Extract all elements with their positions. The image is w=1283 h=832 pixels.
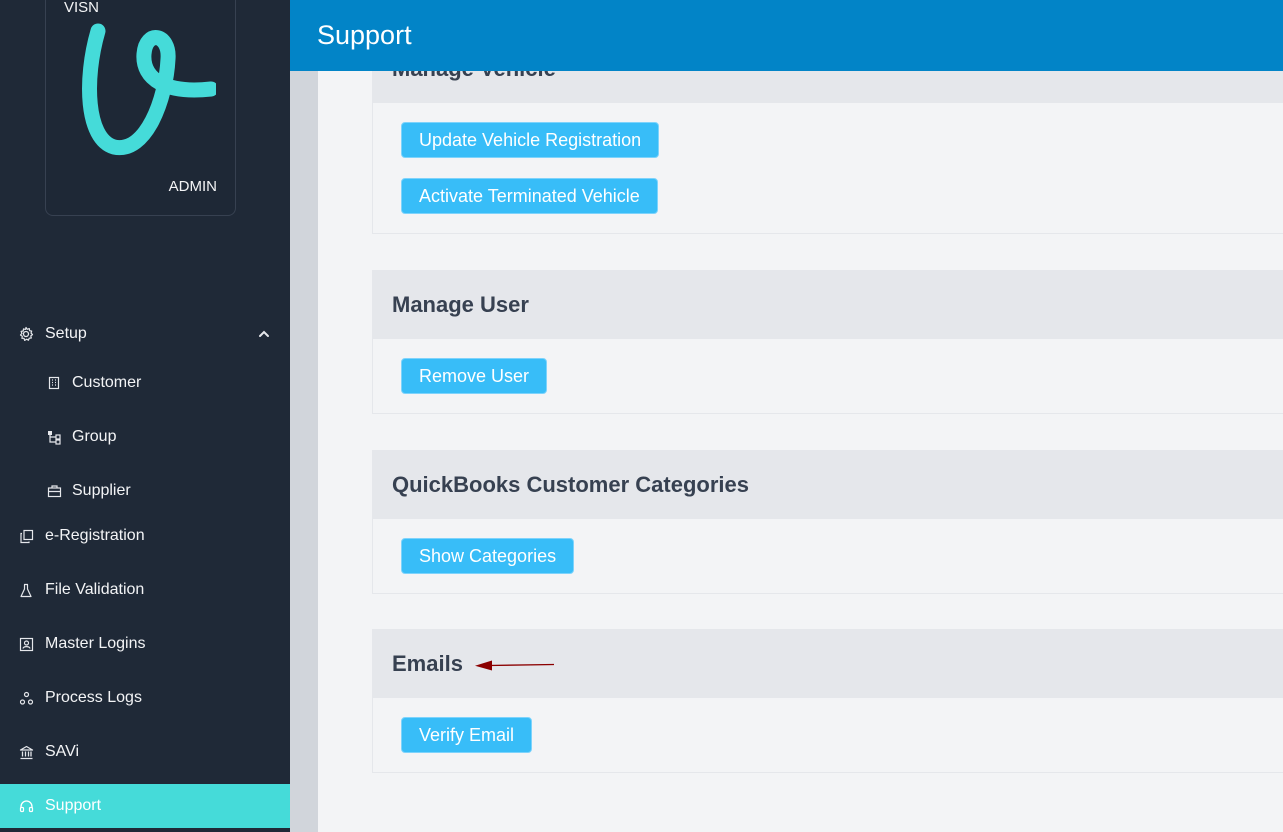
logo-v-mark bbox=[82, 23, 216, 155]
activate-terminated-vehicle-button[interactable]: Activate Terminated Vehicle bbox=[401, 178, 658, 214]
section-emails: Emails Verify Email bbox=[372, 629, 1283, 773]
sidebar-item-label: Customer bbox=[72, 374, 142, 391]
sidebar-item-label: File Validation bbox=[45, 581, 145, 598]
verify-email-button[interactable]: Verify Email bbox=[401, 717, 533, 753]
logo-top-text: VISN bbox=[64, 0, 100, 16]
id-card-icon bbox=[18, 636, 34, 652]
main-content: Manage Vehicle Update Vehicle Registrati… bbox=[318, 71, 1283, 832]
section-title: Manage Vehicle bbox=[373, 71, 1283, 103]
gear-icon bbox=[18, 326, 34, 342]
section-title: Manage User bbox=[373, 271, 1283, 339]
hierarchy-icon bbox=[46, 429, 62, 445]
sidebar-item-savi[interactable]: SAVi bbox=[0, 730, 290, 774]
sidebar-item-label: Group bbox=[72, 428, 117, 445]
flask-icon bbox=[18, 582, 34, 598]
show-categories-button[interactable]: Show Categories bbox=[401, 538, 575, 574]
sidebar-item-label: SAVi bbox=[45, 743, 80, 760]
section-quickbooks-customer-categories: QuickBooks Customer Categories Show Cate… bbox=[372, 450, 1283, 594]
sidebar-item-label: e-Registration bbox=[45, 527, 145, 544]
sidebar-item-process-logs[interactable]: Process Logs bbox=[0, 676, 290, 720]
copy-icon bbox=[18, 528, 34, 544]
sidebar-item-label: Master Logins bbox=[45, 635, 146, 652]
sidebar-item-master-logins[interactable]: Master Logins bbox=[0, 622, 290, 666]
sidebar-item-support[interactable]: Support bbox=[0, 784, 290, 828]
sidebar-item-label: Setup bbox=[45, 325, 87, 342]
page-title: Support bbox=[317, 20, 412, 50]
bank-icon bbox=[18, 744, 34, 760]
sidebar-item-supplier[interactable]: Supplier bbox=[0, 469, 290, 513]
section-manage-user: Manage User Remove User bbox=[372, 270, 1283, 414]
sidebar-item-group[interactable]: Group bbox=[0, 415, 290, 459]
logo-bottom-text: ADMIN bbox=[168, 178, 217, 195]
sidebar-item-label: Support bbox=[45, 797, 102, 814]
sidebar: VISN ADMIN Setup Customer Group Supplier bbox=[0, 0, 290, 832]
sidebar-item-customer[interactable]: Customer bbox=[0, 361, 290, 405]
section-manage-vehicle: Manage Vehicle Update Vehicle Registrati… bbox=[372, 71, 1283, 234]
sidebar-item-file-validation[interactable]: File Validation bbox=[0, 568, 290, 612]
nodes-icon bbox=[18, 690, 34, 706]
section-title: QuickBooks Customer Categories bbox=[373, 451, 1283, 519]
chevron-up-icon[interactable] bbox=[258, 327, 270, 345]
update-vehicle-registration-button[interactable]: Update Vehicle Registration bbox=[401, 122, 660, 158]
logo[interactable]: VISN ADMIN bbox=[45, 0, 236, 216]
annotation-arrow-icon bbox=[475, 660, 555, 671]
sidebar-item-e-registration[interactable]: e-Registration bbox=[0, 514, 290, 558]
sidebar-item-label: Process Logs bbox=[45, 689, 142, 706]
building-icon bbox=[46, 375, 62, 391]
headset-icon bbox=[18, 798, 34, 814]
sidebar-item-setup[interactable]: Setup bbox=[0, 312, 290, 356]
sidebar-item-label: Supplier bbox=[72, 482, 131, 499]
remove-user-button[interactable]: Remove User bbox=[401, 358, 548, 394]
briefcase-icon bbox=[46, 483, 62, 499]
page-header: Support bbox=[290, 0, 1283, 71]
